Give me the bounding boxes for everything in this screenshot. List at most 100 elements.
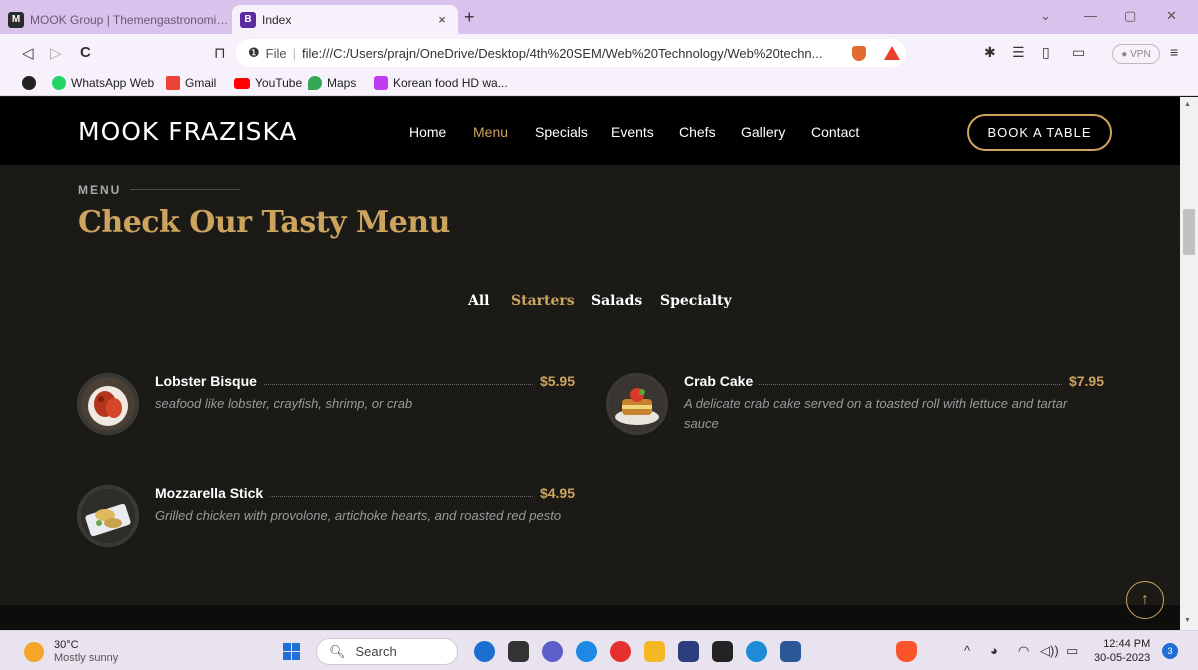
close-tab-icon[interactable]: × [434, 12, 450, 27]
filter-starters[interactable]: Starters [511, 293, 575, 309]
filter-salads[interactable]: Salads [591, 293, 642, 309]
media-player-icon[interactable] [610, 641, 631, 662]
restore-icon[interactable]: ▢ [1124, 8, 1136, 24]
picsart-icon [374, 76, 388, 90]
site-header: MOOK FRAZISKA Home Menu Specials Events … [0, 97, 1180, 165]
site-logo[interactable]: MOOK FRAZISKA [78, 117, 298, 146]
battery-icon[interactable]: ▭ [1066, 643, 1078, 659]
nav-events[interactable]: Events [611, 124, 654, 140]
wifi-icon[interactable]: ◠ [1018, 643, 1029, 659]
nav-gallery[interactable]: Gallery [741, 124, 785, 140]
item-name: Mozzarella Stick [155, 485, 270, 501]
tab-search-chevron-icon[interactable]: ⌄ [1040, 8, 1051, 24]
item-name: Lobster Bisque [155, 373, 263, 389]
reload-icon[interactable]: C [80, 44, 91, 61]
item-description: seafood like lobster, crayfish, shrimp, … [155, 396, 413, 411]
tray-app-icon[interactable]: ◕ [990, 643, 998, 658]
taskbar-search[interactable]: 🔍︎ Search [316, 638, 458, 665]
notification-badge[interactable]: 3 [1162, 643, 1178, 659]
minimize-icon[interactable]: — [1084, 8, 1097, 23]
back-to-top-button[interactable]: ↑ [1126, 581, 1164, 619]
nav-chefs[interactable]: Chefs [679, 124, 716, 140]
file-explorer-icon[interactable] [644, 641, 665, 662]
vpn-button[interactable]: ● VPN [1112, 44, 1160, 64]
mozzarella-stick-image [77, 485, 139, 547]
item-name: Crab Cake [684, 373, 760, 389]
site-info-icon[interactable]: ❶ [248, 45, 260, 61]
search-label: Search [355, 644, 397, 659]
word-icon[interactable] [780, 641, 801, 662]
tab-index[interactable]: B Index × [232, 5, 458, 34]
scrollbar-thumb[interactable] [1183, 209, 1195, 255]
youtube-icon [234, 77, 250, 89]
filter-specialty[interactable]: Specialty [660, 293, 732, 309]
back-icon[interactable]: ◁ [22, 44, 34, 62]
bookmark-maps[interactable]: Maps [308, 76, 356, 90]
task-view-icon[interactable] [508, 641, 529, 662]
weather-widget[interactable]: 30°C Mostly sunny [24, 639, 118, 665]
forward-icon[interactable]: ▷ [50, 44, 62, 62]
edge-dev-icon[interactable] [746, 641, 767, 662]
tray-chevron-icon[interactable]: ^ [964, 643, 970, 658]
tab-title: MOOK Group | Themengastronomie a [30, 12, 230, 27]
temperature: 30°C [54, 639, 79, 651]
browser-menu-icon[interactable]: ≡ [1170, 44, 1178, 60]
browser-toolbar: ◁ ▷ C ⊓ ❶ File | file:///C:/Users/prajn/… [0, 34, 1198, 72]
item-price: $4.95 [533, 485, 575, 501]
item-price: $5.95 [533, 373, 575, 389]
sticky-app-icon[interactable] [712, 641, 733, 662]
sun-icon [24, 642, 44, 662]
scroll-down-icon[interactable]: ▼ [1184, 617, 1191, 624]
item-description: A delicate crab cake served on a toasted… [684, 396, 1068, 431]
web-page: MOOK FRAZISKA Home Menu Specials Events … [0, 97, 1180, 630]
windows-taskbar: 30°C Mostly sunny 🔍︎ Search ^ ◕ ◠ ◁)) ▭ … [0, 630, 1198, 670]
lobster-bisque-image [77, 373, 139, 435]
book-table-button[interactable]: BOOK A TABLE [967, 114, 1112, 151]
edge-icon[interactable] [576, 641, 597, 662]
item-description: Grilled chicken with provolone, artichok… [155, 508, 562, 523]
item-price: $7.95 [1062, 373, 1104, 389]
microsoft-store-icon[interactable] [678, 641, 699, 662]
section-title: Check Our Tasty Menu [78, 205, 450, 240]
playlist-icon[interactable]: ☰ [1012, 44, 1025, 61]
weather-condition: Mostly sunny [54, 652, 119, 664]
address-separator: | [292, 45, 296, 61]
nav-menu[interactable]: Menu [473, 124, 508, 140]
brave-rewards-icon[interactable] [884, 46, 900, 60]
section-label-line [130, 189, 240, 190]
bookmark-korean-food[interactable]: Korean food HD wa... [374, 76, 508, 90]
extensions-icon[interactable]: ✱ [984, 44, 996, 61]
close-window-icon[interactable]: ✕ [1166, 8, 1177, 24]
bookmark-whatsapp[interactable]: WhatsApp Web [52, 76, 154, 90]
new-tab-button[interactable]: + [464, 7, 475, 28]
mook-favicon-icon: M [8, 11, 24, 28]
nav-specials[interactable]: Specials [535, 124, 588, 140]
brave-news-icon[interactable] [22, 76, 41, 90]
tab-title: Index [262, 12, 292, 27]
system-clock[interactable]: 12:44 PM 30-05-2023 [1094, 637, 1150, 665]
scroll-up-icon[interactable]: ▲ [1184, 101, 1191, 108]
volume-icon[interactable]: ◁)) [1040, 643, 1059, 659]
nav-contact[interactable]: Contact [811, 124, 859, 140]
teams-chat-icon[interactable] [542, 641, 563, 662]
address-bar[interactable]: ❶ File | file:///C:/Users/prajn/OneDrive… [236, 39, 906, 67]
bookmark-youtube[interactable]: YouTube [234, 76, 302, 90]
page-scrollbar[interactable]: ▲ ▼ [1180, 97, 1198, 630]
tab-mook-group[interactable]: M MOOK Group | Themengastronomie a [8, 5, 230, 34]
sidebar-icon[interactable]: ▯ [1042, 44, 1050, 61]
whatsapp-icon [52, 76, 66, 90]
bookmark-icon[interactable]: ⊓ [214, 44, 226, 62]
brave-shield-icon[interactable] [852, 46, 866, 61]
nav-home[interactable]: Home [409, 124, 446, 140]
bing-icon[interactable] [474, 641, 495, 662]
maps-pin-icon [308, 76, 322, 90]
bookmark-gmail[interactable]: Gmail [166, 76, 216, 90]
url-text[interactable]: file:///C:/Users/prajn/OneDrive/Desktop/… [302, 46, 842, 61]
gmail-icon [166, 76, 180, 90]
browser-tab-bar: M MOOK Group | Themengastronomie a B Ind… [0, 0, 1198, 34]
windows-start-icon[interactable] [283, 643, 300, 660]
wallet-icon[interactable]: ▭ [1072, 44, 1085, 61]
brave-icon[interactable] [896, 641, 917, 662]
filter-all[interactable]: All [468, 293, 490, 309]
section-label: MENU [78, 183, 122, 197]
